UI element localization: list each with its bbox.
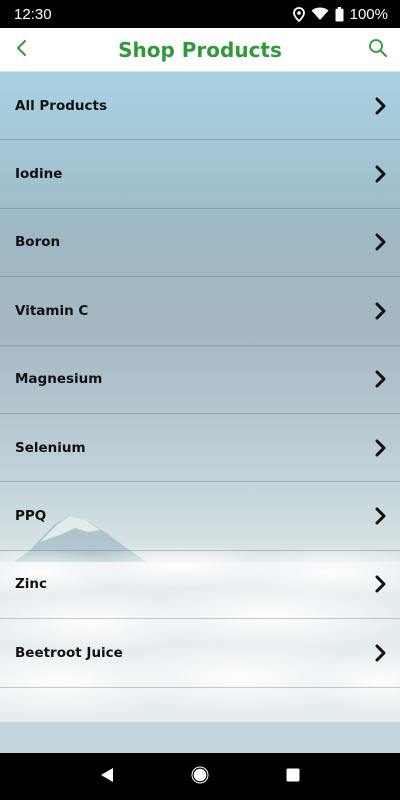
battery-percent: 100%	[349, 5, 388, 23]
category-label: All Products	[15, 97, 107, 114]
location-icon	[292, 6, 305, 22]
system-nav-bar	[0, 753, 400, 800]
chevron-right-icon	[372, 231, 390, 253]
category-row[interactable]: Iodine	[0, 140, 400, 209]
back-triangle-icon	[99, 767, 115, 787]
category-row[interactable]: PPQ	[0, 482, 400, 551]
category-label: Selenium	[15, 439, 86, 456]
category-row[interactable]: Boron	[0, 209, 400, 278]
chevron-right-icon	[372, 163, 390, 185]
nav-home-button[interactable]	[185, 762, 215, 792]
category-label: Boron	[15, 234, 61, 251]
recents-square-icon	[286, 767, 300, 786]
category-label: Vitamin C	[15, 302, 89, 319]
battery-icon	[335, 6, 344, 22]
chevron-right-icon	[372, 437, 390, 459]
category-row[interactable]: Beetroot Juice	[0, 619, 400, 688]
back-button[interactable]	[8, 36, 36, 64]
category-list: All Products Iodine Boron Vitamin C Magnesiu…	[0, 72, 400, 688]
category-label: Beetroot Juice	[15, 644, 123, 661]
chevron-right-icon	[372, 505, 390, 527]
category-row[interactable]: All Products	[0, 72, 400, 141]
category-row[interactable]: Selenium	[0, 414, 400, 483]
search-button[interactable]	[364, 36, 392, 64]
category-row[interactable]: Vitamin C	[0, 277, 400, 346]
category-label: Magnesium	[15, 371, 103, 388]
chevron-right-icon	[372, 368, 390, 390]
app-header: Shop Products	[0, 28, 400, 72]
category-label: PPQ	[15, 508, 47, 525]
chevron-right-icon	[372, 300, 390, 322]
chevron-left-icon	[15, 38, 29, 62]
category-row[interactable]: Zinc	[0, 551, 400, 620]
chevron-right-icon	[372, 573, 390, 595]
status-icons: 100%	[292, 5, 388, 23]
category-row[interactable]: Magnesium	[0, 346, 400, 414]
chevron-right-icon	[372, 95, 390, 117]
status-time: 12:30	[14, 5, 52, 23]
category-label: Zinc	[15, 576, 48, 593]
category-label: Iodine	[15, 166, 63, 183]
status-bar: 12:30 100%	[0, 0, 400, 28]
chevron-right-icon	[372, 642, 390, 664]
home-circle-icon	[191, 766, 209, 788]
nav-recents-button[interactable]	[278, 762, 308, 792]
search-icon	[368, 38, 388, 62]
page-title: Shop Products	[118, 37, 282, 62]
nav-back-button[interactable]	[92, 762, 122, 792]
wifi-icon	[311, 7, 329, 21]
content-area: All Products Iodine Boron Vitamin C Magnesiu…	[0, 72, 400, 753]
